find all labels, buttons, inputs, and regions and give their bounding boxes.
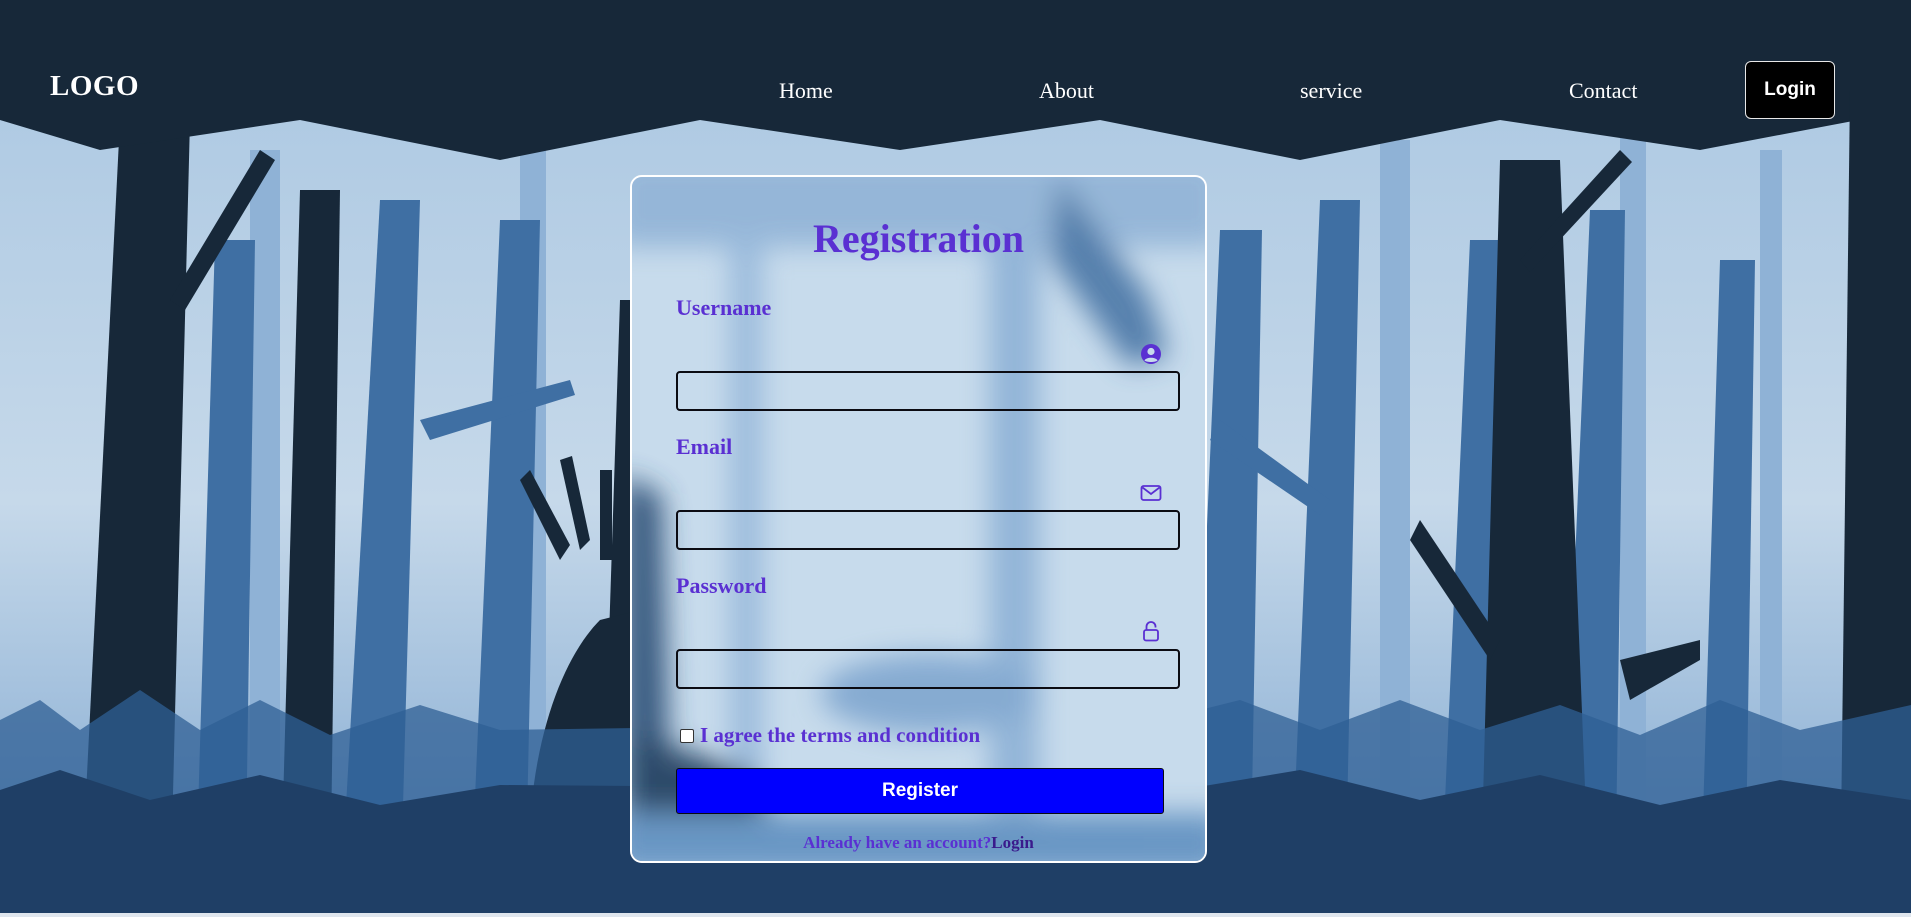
password-input[interactable] bbox=[676, 649, 1180, 689]
register-button[interactable]: Register bbox=[676, 768, 1164, 814]
email-input[interactable] bbox=[676, 510, 1180, 550]
username-input[interactable] bbox=[676, 371, 1180, 411]
terms-label: I agree the terms and condition bbox=[700, 723, 981, 747]
login-prompt: Already have an account?Login bbox=[632, 833, 1205, 853]
terms-row: I agree the terms and condition bbox=[680, 723, 980, 748]
registration-card: Registration Username Email Password I a… bbox=[630, 175, 1207, 863]
logo: LOGO bbox=[50, 70, 140, 102]
email-label: Email bbox=[676, 434, 733, 459]
login-prompt-text: Already have an account? bbox=[803, 833, 992, 852]
password-label: Password bbox=[676, 573, 767, 598]
bottom-strip bbox=[0, 913, 1911, 917]
nav-contact[interactable]: Contact bbox=[1569, 78, 1637, 104]
nav-home[interactable]: Home bbox=[779, 78, 833, 104]
login-link[interactable]: Login bbox=[991, 833, 1034, 852]
terms-checkbox[interactable] bbox=[680, 728, 694, 743]
nav-service[interactable]: service bbox=[1300, 78, 1362, 104]
form-title: Registration bbox=[812, 216, 1025, 261]
header-login-button[interactable]: Login bbox=[1745, 61, 1835, 119]
envelope-icon bbox=[1140, 485, 1162, 501]
lock-icon bbox=[1143, 621, 1159, 642]
user-circle-icon bbox=[1141, 344, 1161, 364]
nav-about[interactable]: About bbox=[1039, 78, 1094, 104]
username-label: Username bbox=[676, 295, 772, 320]
